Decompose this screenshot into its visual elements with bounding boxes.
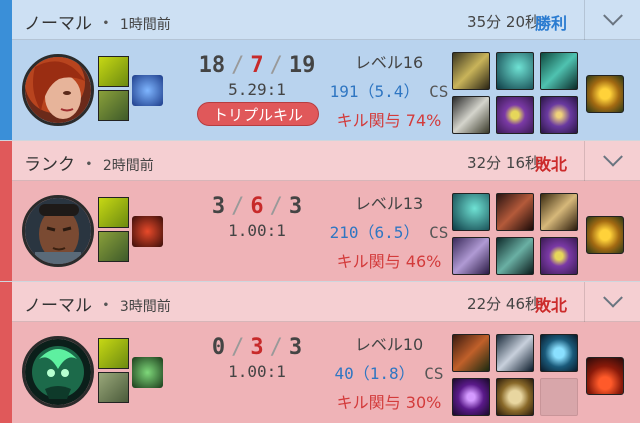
chevron-down-icon bbox=[602, 287, 623, 308]
match-body: 3/6/3 1.00:1 レベル13 210（6.5） CS キル関与 46% bbox=[12, 181, 640, 281]
kill-participation: キル関与 30% bbox=[336, 393, 442, 412]
creep-score: 210（6.5） CS bbox=[329, 223, 449, 242]
game-duration: 22分 46秒 bbox=[467, 295, 540, 313]
item-5-icon[interactable] bbox=[496, 237, 534, 275]
kill-participation: キル関与 46% bbox=[336, 252, 442, 271]
kda-ratio: 1.00:1 bbox=[228, 221, 286, 240]
match-header: ノーマル ・ 3時間前 22分 46秒 敗北 bbox=[12, 282, 640, 322]
flash-spell-icon[interactable] bbox=[98, 338, 129, 369]
item-5-icon[interactable] bbox=[496, 96, 534, 134]
champion-portrait[interactable] bbox=[22, 54, 94, 126]
item-3-icon[interactable] bbox=[540, 334, 578, 372]
queue-type: ランク ・ 2時間前 bbox=[24, 155, 154, 175]
keystone-rune-icon[interactable] bbox=[132, 75, 163, 106]
flash-spell-icon[interactable] bbox=[98, 197, 129, 228]
item-2-icon[interactable] bbox=[496, 334, 534, 372]
item-2-icon[interactable] bbox=[496, 193, 534, 231]
flash-spell-icon[interactable] bbox=[98, 56, 129, 87]
time-ago: 2時間前 bbox=[102, 158, 154, 174]
game-result: 敗北 bbox=[534, 296, 567, 315]
item-1-icon[interactable] bbox=[452, 193, 490, 231]
kda: 18/7/19 bbox=[198, 53, 316, 78]
match-row[interactable]: ランク ・ 2時間前 32分 16秒 敗北 3/6/3 1.00:1 レベル13… bbox=[0, 141, 640, 281]
item-6-icon[interactable] bbox=[540, 237, 578, 275]
time-ago: 3時間前 bbox=[119, 299, 171, 315]
champion-level: レベル13 bbox=[354, 194, 424, 213]
item-4-icon[interactable] bbox=[452, 96, 490, 134]
item-2-icon[interactable] bbox=[496, 52, 534, 90]
keystone-rune-icon[interactable] bbox=[132, 216, 163, 247]
time-ago: 1時間前 bbox=[119, 17, 171, 33]
game-result: 勝利 bbox=[534, 14, 567, 33]
match-header: ノーマル ・ 1時間前 35分 20秒 勝利 bbox=[12, 0, 640, 40]
game-result: 敗北 bbox=[534, 155, 567, 174]
keystone-rune-icon[interactable] bbox=[132, 357, 163, 388]
match-body: 18/7/19 5.29:1 トリプルキル レベル16 191（5.4） CS … bbox=[12, 40, 640, 140]
expand-button[interactable] bbox=[584, 141, 640, 181]
kda-ratio: 1.00:1 bbox=[228, 362, 286, 381]
expand-button[interactable] bbox=[584, 0, 640, 40]
result-stripe bbox=[0, 0, 12, 140]
queue-type: ノーマル ・ 1時間前 bbox=[24, 14, 171, 34]
trinket-icon[interactable] bbox=[586, 75, 624, 113]
item-4-icon[interactable] bbox=[452, 237, 490, 275]
item-3-icon[interactable] bbox=[540, 193, 578, 231]
result-stripe bbox=[0, 282, 12, 423]
chevron-down-icon bbox=[602, 146, 623, 167]
match-row[interactable]: ノーマル ・ 3時間前 22分 46秒 敗北 0/3/3 1.00:1 レベル1… bbox=[0, 282, 640, 423]
creep-score: 40（1.8） CS bbox=[334, 364, 444, 383]
result-stripe bbox=[0, 141, 12, 281]
kda: 3/6/3 bbox=[211, 194, 303, 219]
ghost-spell-icon[interactable] bbox=[98, 231, 129, 262]
item-1-icon[interactable] bbox=[452, 52, 490, 90]
chevron-down-icon bbox=[602, 5, 623, 26]
kda: 0/3/3 bbox=[211, 335, 303, 360]
game-duration: 35分 20秒 bbox=[467, 13, 540, 31]
match-header: ランク ・ 2時間前 32分 16秒 敗北 bbox=[12, 141, 640, 181]
champion-level: レベル10 bbox=[354, 335, 424, 354]
kda-ratio: 5.29:1 bbox=[228, 80, 286, 99]
kill-participation: キル関与 74% bbox=[336, 111, 442, 130]
expand-button[interactable] bbox=[584, 282, 640, 322]
match-row[interactable]: ノーマル ・ 1時間前 35分 20秒 勝利 18/7/19 5.29:1 トリ… bbox=[0, 0, 640, 140]
heal-spell-icon[interactable] bbox=[98, 372, 129, 403]
champion-portrait[interactable] bbox=[22, 336, 94, 408]
game-duration: 32分 16秒 bbox=[467, 154, 540, 172]
item-5-icon[interactable] bbox=[496, 378, 534, 416]
champion-portrait[interactable] bbox=[22, 195, 94, 267]
queue-type: ノーマル ・ 3時間前 bbox=[24, 296, 171, 316]
champion-level: レベル16 bbox=[354, 53, 424, 72]
item-3-icon[interactable] bbox=[540, 52, 578, 90]
empty-item-slot bbox=[540, 378, 578, 416]
item-4-icon[interactable] bbox=[452, 378, 490, 416]
creep-score: 191（5.4） CS bbox=[329, 82, 449, 101]
trinket-icon[interactable] bbox=[586, 357, 624, 395]
item-6-icon[interactable] bbox=[540, 96, 578, 134]
match-body: 0/3/3 1.00:1 レベル10 40（1.8） CS キル関与 30% bbox=[12, 322, 640, 423]
multikill-badge: トリプルキル bbox=[197, 102, 319, 126]
item-1-icon[interactable] bbox=[452, 334, 490, 372]
ghost-spell-icon[interactable] bbox=[98, 90, 129, 121]
trinket-icon[interactable] bbox=[586, 216, 624, 254]
